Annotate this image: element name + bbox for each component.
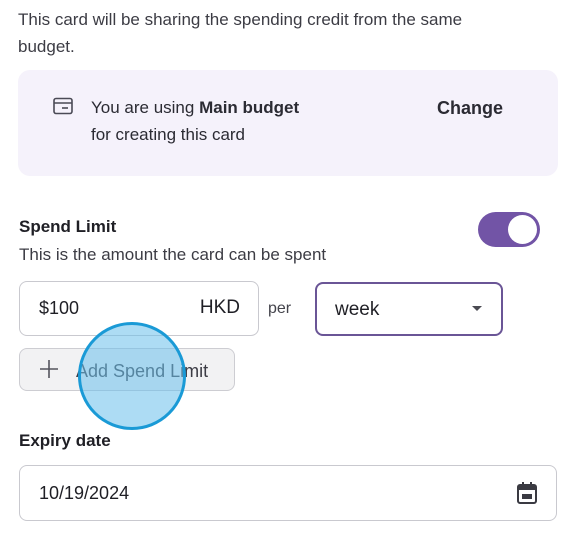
change-budget-button[interactable]: Change (437, 98, 503, 119)
budget-notice-line-2: for creating this card (91, 125, 246, 144)
add-spend-limit-button[interactable]: Add Spend Limit (19, 348, 235, 391)
currency-label: HKD (199, 297, 240, 318)
add-spend-limit-label: Add Spend Limit (76, 361, 209, 381)
wallet-icon (53, 97, 73, 115)
spend-amount-value: $100 (39, 298, 80, 318)
expiry-date-input[interactable]: 10/19/2024 (19, 465, 557, 521)
card-sharing-description: This card will be sharing the spending c… (18, 6, 558, 60)
period-selected-value: week (335, 299, 380, 320)
plus-icon (40, 360, 58, 378)
intro-line-2: budget. (18, 37, 75, 56)
chevron-down-icon (472, 306, 482, 311)
expiry-date-title: Expiry date (19, 431, 111, 450)
intro-line-1: This card will be sharing the spending c… (18, 10, 463, 29)
spend-limit-description: This is the amount the card can be spent (19, 245, 327, 264)
budget-notice-prefix: You are using (91, 98, 200, 117)
budget-name: Main budget (199, 98, 300, 117)
spend-amount-input[interactable]: $100 HKD (19, 281, 259, 336)
budget-notice-text: You are using Main budget for creating t… (91, 94, 299, 148)
spend-limit-title: Spend Limit (19, 217, 117, 236)
per-label: per (268, 300, 292, 317)
expiry-date-value: 10/19/2024 (39, 483, 130, 503)
period-select[interactable]: week (315, 282, 503, 336)
spend-limit-toggle[interactable] (478, 212, 540, 247)
toggle-knob (508, 215, 537, 244)
budget-notice: You are using Main budget for creating t… (18, 70, 558, 176)
calendar-icon[interactable] (516, 481, 538, 505)
